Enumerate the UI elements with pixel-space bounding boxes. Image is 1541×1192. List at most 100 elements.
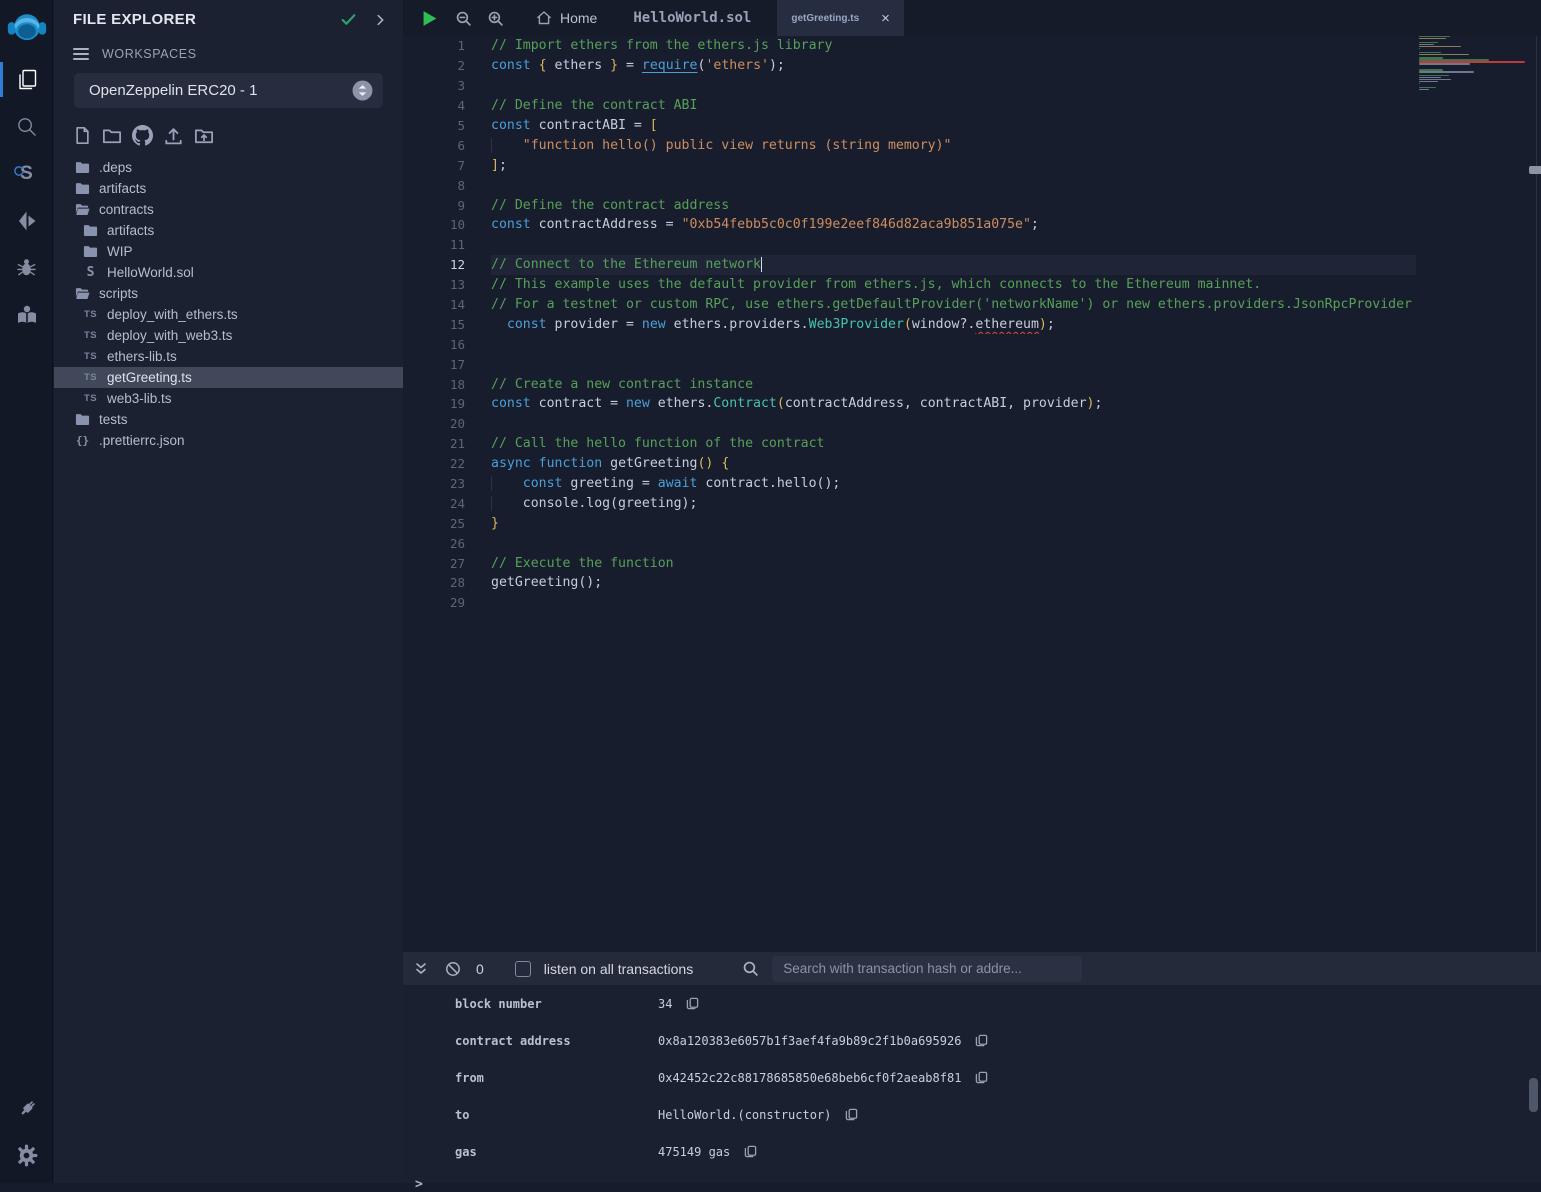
ts-file-icon: TS [82, 351, 99, 362]
file-explorer-icon[interactable] [0, 56, 53, 103]
code-line-10: 10const contractAddress = "0xb54febb5c0c… [403, 215, 1416, 235]
run-script-button[interactable] [420, 9, 439, 28]
new-folder-icon[interactable] [102, 126, 122, 146]
settings-icon[interactable] [0, 1132, 53, 1179]
editor-area: Home HelloWorld.sol getGreeting.ts× 1// Im… [403, 0, 1541, 952]
file-tree-item-getGreeting.ts[interactable]: TSgetGreeting.ts [54, 367, 403, 388]
tab-label: Home [560, 10, 597, 26]
ts-file-icon: TS [82, 309, 99, 320]
code-line-18: 18// Create a new contract instance [403, 374, 1416, 394]
folder-icon [82, 244, 99, 259]
folder-icon [74, 160, 91, 175]
plugin-manager-icon[interactable] [0, 1085, 53, 1132]
tab-Home[interactable]: Home [518, 0, 615, 36]
detail-label: gas [455, 1145, 658, 1159]
code-line-28: 28getGreeting(); [403, 573, 1416, 593]
upload-folder-icon[interactable] [194, 126, 214, 146]
tab-HelloWorld.sol[interactable]: HelloWorld.sol [615, 0, 777, 36]
transaction-detail-row: from0x42452c22c88178685850e68beb6cf0f2ae… [403, 1059, 1541, 1096]
detail-value: 475149 gas [658, 1145, 757, 1159]
code-line-27: 27// Execute the function [403, 553, 1416, 573]
workspace-selector[interactable]: OpenZeppelin ERC20 - 1 [74, 73, 383, 108]
clear-console-icon[interactable] [445, 961, 461, 977]
folder-icon [74, 181, 91, 196]
code-line-13: 13// This example uses the default provi… [403, 275, 1416, 295]
workspaces-menu-icon[interactable] [73, 48, 89, 60]
search-icon[interactable] [0, 103, 53, 150]
code-line-9: 9// Define the contract address [403, 195, 1416, 215]
terminal-prompt[interactable]: > [415, 1177, 1541, 1192]
code-editor[interactable]: 1// Import ethers from the ethers.js lib… [403, 36, 1541, 952]
copy-icon[interactable] [845, 1108, 858, 1121]
editor-scrollbar-thumb[interactable] [1529, 166, 1541, 174]
chevron-right-icon[interactable] [373, 13, 387, 27]
file-name: ethers-lib.ts [107, 349, 177, 364]
check-icon[interactable] [340, 11, 357, 28]
file-tree-item-deploy_with_web3.ts[interactable]: TSdeploy_with_web3.ts [54, 325, 403, 346]
solidity-compiler-icon[interactable]: S [0, 150, 53, 197]
code-line-24: 24 console.log(greeting); [403, 493, 1416, 513]
file-tree-item-artifacts[interactable]: artifacts [54, 178, 403, 199]
code-line-8: 8 [403, 175, 1416, 195]
workspace-updown-icon[interactable] [352, 80, 373, 101]
new-file-icon[interactable] [73, 126, 92, 145]
code-line-5: 5const contractABI = [ [403, 116, 1416, 136]
file-tree-item-web3-lib.ts[interactable]: TSweb3-lib.ts [54, 388, 403, 409]
search-icon [742, 960, 759, 977]
file-tree-item-artifacts[interactable]: artifacts [54, 220, 403, 241]
copy-icon[interactable] [975, 1071, 988, 1084]
code-line-22: 22async function getGreeting() { [403, 454, 1416, 474]
close-tab-icon[interactable]: × [881, 10, 890, 27]
code-line-1: 1// Import ethers from the ethers.js lib… [403, 36, 1416, 56]
transaction-detail-row: gas475149 gas [403, 1133, 1541, 1170]
folder-open-icon [74, 286, 91, 301]
remix-logo[interactable] [0, 0, 53, 56]
terminal-scrollbar-thumb[interactable] [1529, 1078, 1538, 1112]
file-tree-item-ethers-lib.ts[interactable]: TS ethers-lib.ts [54, 346, 403, 367]
file-name: deploy_with_ethers.ts [107, 307, 238, 322]
code-line-17: 17 [403, 354, 1416, 374]
transaction-search-input[interactable] [772, 956, 1082, 982]
file-name: contracts [99, 202, 154, 217]
file-name: artifacts [99, 181, 146, 196]
learneth-icon[interactable] [0, 291, 53, 338]
code-line-7: 7]; [403, 155, 1416, 175]
zoom-in-icon[interactable] [487, 10, 504, 27]
transaction-detail-row: block number34 [403, 985, 1541, 1022]
code-line-12: 12// Connect to the Ethereum network [403, 255, 1416, 275]
copy-icon[interactable] [975, 1034, 988, 1047]
transaction-detail-row: contract address0x8a120383e6057b1f3aef4f… [403, 1022, 1541, 1059]
debugger-icon[interactable] [0, 244, 53, 291]
deploy-run-icon[interactable] [0, 197, 53, 244]
file-tree-item-.prettierrc.json[interactable]: {}.prettierrc.json [54, 430, 403, 451]
listen-transactions-checkbox[interactable] [515, 961, 531, 977]
tab-getGreeting.ts[interactable]: getGreeting.ts× [777, 0, 904, 36]
detail-label: block number [455, 997, 658, 1011]
code-line-3: 3 [403, 76, 1416, 96]
transaction-detail-row: toHelloWorld.(constructor) [403, 1096, 1541, 1133]
ts-file-icon: TS [82, 372, 99, 383]
copy-icon[interactable] [744, 1145, 757, 1158]
file-name: web3-lib.ts [107, 391, 172, 406]
file-tree-item-.deps[interactable]: .deps [54, 157, 403, 178]
sol-file-icon: HelloWorld.sol [633, 10, 751, 26]
listen-transactions-label[interactable]: listen on all transactions [544, 961, 693, 977]
expand-terminal-icon[interactable] [413, 961, 429, 977]
upload-file-icon[interactable] [163, 125, 184, 146]
file-tree-item-scripts[interactable]: scripts [54, 283, 403, 304]
json-file-icon: {} [74, 434, 91, 447]
panel-title: FILE EXPLORER [73, 11, 340, 28]
zoom-out-icon[interactable] [455, 10, 472, 27]
file-tree-item-tests[interactable]: tests [54, 409, 403, 430]
detail-value: 0x42452c22c88178685850e68beb6cf0f2aeab8f… [658, 1071, 988, 1085]
file-tree-item-WIP[interactable]: WIP [54, 241, 403, 262]
workspace-name: OpenZeppelin ERC20 - 1 [89, 82, 352, 99]
file-tree-item-deploy_with_ethers.ts[interactable]: TS deploy_with_ethers.ts [54, 304, 403, 325]
file-tree-item-contracts[interactable]: contracts [54, 199, 403, 220]
code-line-25: 25} [403, 513, 1416, 533]
minimap[interactable] [1419, 36, 1533, 93]
copy-icon[interactable] [686, 997, 699, 1010]
github-icon[interactable] [132, 125, 153, 146]
sol-file-icon: S [82, 265, 99, 280]
file-tree-item-HelloWorld.sol[interactable]: SHelloWorld.sol [54, 262, 403, 283]
